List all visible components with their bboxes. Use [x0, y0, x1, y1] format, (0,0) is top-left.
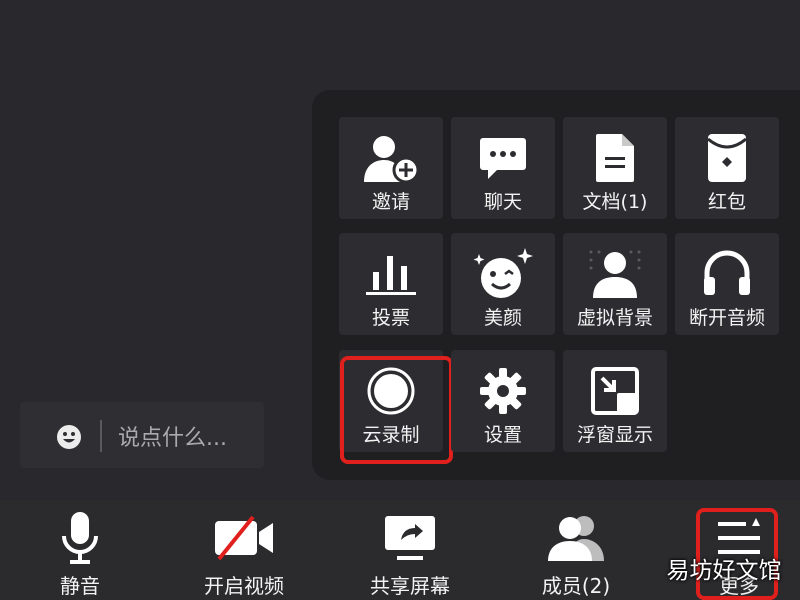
vote-button[interactable]: 投票: [339, 233, 443, 335]
mute-button[interactable]: 静音: [38, 500, 122, 600]
video-off-icon: [215, 515, 273, 561]
chat-icon: [480, 138, 526, 179]
invite-label: 邀请: [371, 191, 410, 213]
virtual-background-button[interactable]: 虚拟背景: [563, 233, 667, 335]
virtual-background-label: 虚拟背景: [576, 307, 653, 329]
floating-window-label: 浮窗显示: [576, 424, 653, 446]
members-icon: [548, 516, 604, 561]
share-screen-button[interactable]: 共享屏幕: [356, 500, 464, 600]
start-video-label: 开启视频: [204, 574, 284, 598]
virtual-background-icon: [589, 250, 641, 298]
beauty-icon: [473, 248, 533, 298]
floating-window-button[interactable]: 浮窗显示: [563, 350, 667, 452]
red-packet-icon: [707, 134, 747, 182]
more-panel: 邀请 聊天 文档(1) 红包 投票 美颜 虚拟背景 断开音频 云录制 设置 浮窗…: [312, 90, 800, 480]
gear-icon: [480, 368, 526, 414]
start-video-button[interactable]: 开启视频: [190, 500, 298, 600]
headphones-icon: [704, 250, 750, 295]
vote-label: 投票: [371, 307, 410, 329]
document-label: 文档(1): [582, 191, 648, 213]
beauty-button[interactable]: 美颜: [451, 233, 555, 335]
red-packet-label: 红包: [707, 191, 746, 213]
red-packet-button[interactable]: 红包: [675, 117, 779, 219]
invite-icon: [364, 136, 420, 184]
emoji-icon[interactable]: [56, 424, 82, 454]
members-label: 成员(2): [541, 574, 611, 598]
chat-label: 聊天: [483, 191, 522, 213]
floating-window-icon: [591, 367, 639, 415]
share-screen-label: 共享屏幕: [370, 574, 450, 598]
document-button[interactable]: 文档(1): [563, 117, 667, 219]
chat-divider: [100, 420, 102, 452]
beauty-label: 美颜: [483, 307, 522, 329]
settings-label: 设置: [483, 424, 522, 446]
settings-button[interactable]: 设置: [451, 350, 555, 452]
watermark: 易坊好文馆: [666, 558, 782, 584]
invite-button[interactable]: 邀请: [339, 117, 443, 219]
chat-input[interactable]: 说点什么...: [20, 402, 264, 468]
disconnect-audio-label: 断开音频: [688, 307, 765, 329]
document-icon: [596, 134, 634, 182]
vote-icon: [366, 256, 416, 295]
chat-placeholder: 说点什么...: [118, 426, 227, 451]
microphone-icon: [62, 512, 98, 564]
share-screen-icon: [385, 516, 435, 560]
disconnect-audio-button[interactable]: 断开音频: [675, 233, 779, 335]
mute-label: 静音: [60, 574, 100, 598]
chat-button[interactable]: 聊天: [451, 117, 555, 219]
members-button[interactable]: 成员(2): [526, 500, 626, 600]
cloud-record-highlight: [340, 356, 453, 464]
